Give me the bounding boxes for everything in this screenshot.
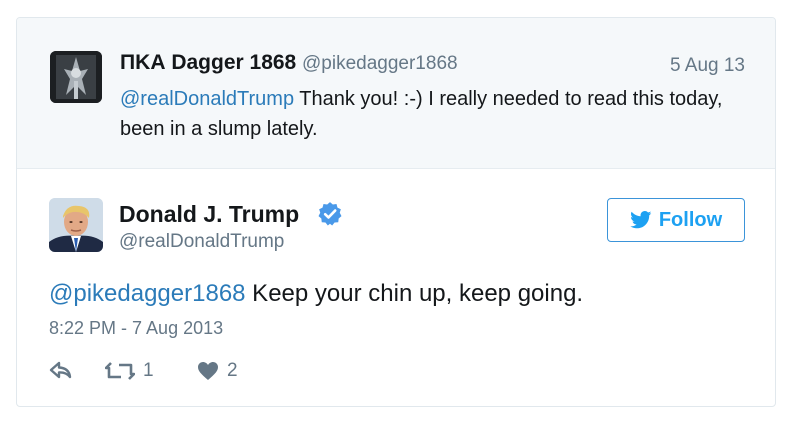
tweet-text: @pikedagger1868 Keep your chin up, keep … [49, 280, 583, 308]
verified-badge-icon [318, 202, 342, 226]
parent-avatar[interactable] [50, 51, 102, 103]
tweet-body: Keep your chin up, keep going. [245, 280, 584, 307]
parent-handle[interactable]: @pikedagger1868 [302, 53, 458, 75]
tweet-timestamp[interactable]: 8:22 PM - 7 Aug 2013 [49, 318, 223, 339]
reply-icon [49, 361, 72, 379]
author-avatar[interactable] [49, 198, 103, 252]
retweet-count: 1 [143, 360, 154, 381]
parent-tweet[interactable]: ΠΚΑ Dagger 1868 @pikedagger1868 5 Aug 13… [17, 18, 775, 169]
retweet-button[interactable]: 1 [105, 360, 154, 382]
author-display-name[interactable]: Donald J. Trump [119, 201, 299, 228]
embedded-tweet-card: ΠΚΑ Dagger 1868 @pikedagger1868 5 Aug 13… [16, 17, 776, 407]
parent-display-name[interactable]: ΠΚΑ Dagger 1868 [120, 51, 296, 75]
reply-button[interactable] [49, 360, 73, 380]
parent-date[interactable]: 5 Aug 13 [670, 55, 745, 77]
tweet-mention-link[interactable]: @pikedagger1868 [49, 280, 246, 307]
follow-button-label: Follow [658, 208, 723, 231]
like-button[interactable]: 2 [197, 360, 238, 382]
follow-button[interactable]: Follow [607, 198, 745, 242]
parent-mention-link[interactable]: @realDonaldTrump [120, 88, 294, 110]
retweet-icon [105, 362, 135, 380]
twitter-bird-icon [630, 211, 652, 229]
parent-tweet-text: @realDonaldTrump Thank you! :-) I really… [120, 84, 740, 144]
like-count: 2 [227, 360, 238, 381]
heart-icon [198, 362, 218, 380]
author-handle[interactable]: @realDonaldTrump [119, 231, 284, 253]
